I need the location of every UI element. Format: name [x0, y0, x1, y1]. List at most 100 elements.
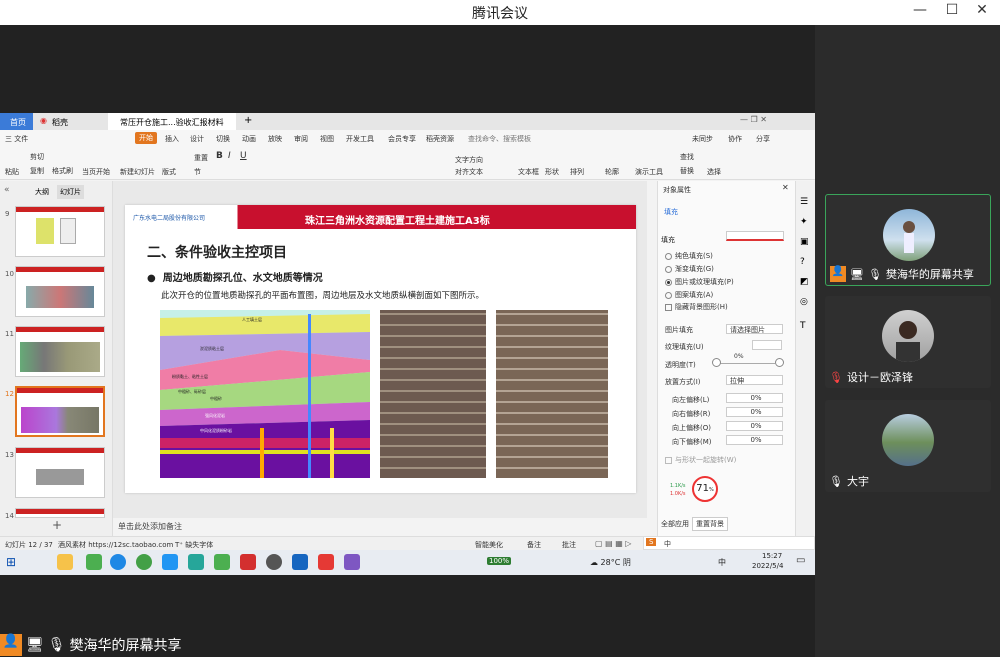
fill-option-pattern[interactable]: 图案填充(A)	[665, 290, 713, 300]
reset-background-button[interactable]: 重置背景	[692, 517, 728, 531]
underline-icon[interactable]: U	[240, 151, 247, 161]
cut-button[interactable]: 剪切	[30, 152, 44, 162]
current-slide[interactable]: 广东水电二局股份有限公司 珠江三角洲水资源配置工程土建施工A3标 二、条件验收主…	[125, 205, 636, 493]
menu-slideshow[interactable]: 放映	[268, 134, 282, 144]
fill-color-picker[interactable]	[726, 231, 784, 241]
notification-icon[interactable]: ▭	[796, 555, 805, 566]
ime-indicator[interactable]: 中	[718, 557, 726, 568]
window-controls-icon[interactable]: — ❐ ✕	[740, 115, 800, 124]
comments-button[interactable]: 批注	[562, 540, 576, 550]
placement-select[interactable]: 拉伸	[726, 375, 783, 385]
search-app-icon[interactable]	[188, 554, 204, 570]
app-icon[interactable]	[292, 554, 308, 570]
maximize-icon[interactable]: ☐	[942, 2, 962, 18]
close-icon[interactable]: ✕	[782, 183, 789, 192]
close-icon[interactable]: ✕	[972, 2, 992, 18]
menu-member[interactable]: 会员专享	[388, 134, 416, 144]
file-explorer-icon[interactable]	[57, 554, 73, 570]
replace-button[interactable]: 替换	[680, 166, 694, 176]
wps-icon[interactable]	[318, 554, 334, 570]
clock-date[interactable]: 2022/5/4	[752, 562, 783, 570]
copy-button[interactable]: 复制	[30, 166, 44, 176]
italic-icon[interactable]: I	[228, 151, 231, 161]
text-box-button[interactable]: 文本框	[518, 167, 539, 177]
location-icon[interactable]: ◎	[800, 297, 808, 307]
tab-docer[interactable]: 稻壳	[52, 117, 68, 128]
apply-all-button[interactable]: 全部应用	[661, 519, 689, 529]
transparency-slider[interactable]: 0%	[712, 353, 784, 368]
view-mode-icon[interactable]: ▢ ▤ ▦ ▷	[595, 539, 631, 548]
outline-button[interactable]: 轮廓	[605, 167, 619, 177]
tab-slides[interactable]: 幻灯片	[57, 185, 84, 199]
app-icon[interactable]	[266, 554, 282, 570]
fill-option-gradient[interactable]: 渐变填充(G)	[665, 264, 714, 274]
layout-button[interactable]: 版式	[162, 167, 176, 177]
edge-icon[interactable]	[110, 554, 126, 570]
bold-icon[interactable]: B	[216, 151, 223, 161]
sync-status[interactable]: 未同步	[692, 134, 713, 144]
pin-icon[interactable]: ✦	[800, 217, 808, 227]
texture-fill-select[interactable]	[752, 340, 782, 350]
minimize-icon[interactable]: —	[910, 2, 930, 18]
menu-home[interactable]: 开始	[135, 132, 157, 144]
new-tab-icon[interactable]: +	[244, 115, 252, 126]
properties-icon[interactable]: ☰	[800, 197, 808, 207]
app-icon[interactable]	[162, 554, 178, 570]
offset-right-input[interactable]: 0%	[726, 407, 783, 417]
paste-button[interactable]: 粘贴	[5, 167, 19, 177]
presentation-tools-button[interactable]: 演示工具	[635, 167, 663, 177]
fill-option-solid[interactable]: 纯色填充(S)	[665, 251, 713, 261]
new-slide-button[interactable]: 新建幻灯片	[120, 167, 155, 177]
menu-devtools[interactable]: 开发工具	[346, 134, 374, 144]
collab-button[interactable]: 协作	[728, 134, 742, 144]
participant-tile[interactable]: 🎙 设计－欧泽锋	[825, 296, 991, 388]
smart-beautify-button[interactable]: 智能美化	[475, 540, 503, 550]
ime-floating-bar[interactable]: S 中	[643, 536, 815, 550]
play-current-button[interactable]: 当页开始	[82, 167, 110, 177]
share-button[interactable]: 分享	[756, 134, 770, 144]
hide-bg-checkbox[interactable]: 隐藏背景图形(H)	[665, 302, 728, 312]
menu-docer[interactable]: 稻壳资源	[426, 134, 454, 144]
arrange-button[interactable]: 排列	[570, 167, 584, 177]
slide-thumbnail-selected[interactable]	[15, 386, 105, 437]
participant-tile[interactable]: 🎙 大宇	[825, 400, 991, 492]
wechat-icon[interactable]	[214, 554, 230, 570]
text-icon[interactable]: T	[800, 321, 806, 331]
pdf-icon[interactable]	[240, 554, 256, 570]
offset-bottom-input[interactable]: 0%	[726, 435, 783, 445]
help-icon[interactable]: ?	[800, 257, 805, 267]
menu-insert[interactable]: 插入	[165, 134, 179, 144]
menu-animation[interactable]: 动画	[242, 134, 256, 144]
slide-thumbnail[interactable]	[15, 326, 105, 377]
weather-widget[interactable]: ☁ 28°C 阴	[590, 557, 631, 568]
collapse-icon[interactable]: «	[4, 185, 10, 195]
slide-thumbnail[interactable]	[15, 447, 105, 498]
clock-time[interactable]: 15:27	[762, 552, 782, 560]
ime-mode[interactable]: 中	[664, 539, 671, 549]
offset-top-input[interactable]: 0%	[726, 421, 783, 431]
offset-left-input[interactable]: 0%	[726, 393, 783, 403]
menu-transition[interactable]: 切换	[216, 134, 230, 144]
app-icon[interactable]	[344, 554, 360, 570]
performance-badge[interactable]: 71%	[692, 476, 718, 502]
battery-indicator[interactable]: 100%	[487, 557, 512, 565]
menu-file[interactable]: 三 文件	[5, 134, 28, 144]
notes-button[interactable]: 备注	[527, 540, 541, 550]
tab-outline[interactable]: 大纲	[35, 187, 49, 197]
shape-icon[interactable]: ◩	[800, 277, 809, 287]
format-painter-button[interactable]: 格式刷	[52, 166, 73, 176]
browser-icon[interactable]	[136, 554, 152, 570]
text-direction-button[interactable]: 文字方向	[455, 155, 483, 165]
reset-button[interactable]: 重置	[194, 153, 208, 163]
slide-thumbnail[interactable]	[15, 508, 105, 518]
picture-fill-select[interactable]: 请选择图片	[726, 324, 783, 334]
search-command-input[interactable]: 查找命令、搜索模板	[468, 134, 531, 144]
select-button[interactable]: 选择	[707, 167, 721, 177]
slide-thumbnail[interactable]	[15, 266, 105, 317]
tab-document[interactable]: 常压开仓施工...验收汇报材料	[108, 113, 236, 130]
shape-button[interactable]: 形状	[545, 167, 559, 177]
menu-view[interactable]: 视图	[320, 134, 334, 144]
menu-design[interactable]: 设计	[190, 134, 204, 144]
image-icon[interactable]: ▣	[800, 237, 809, 247]
app-icon[interactable]	[86, 554, 102, 570]
